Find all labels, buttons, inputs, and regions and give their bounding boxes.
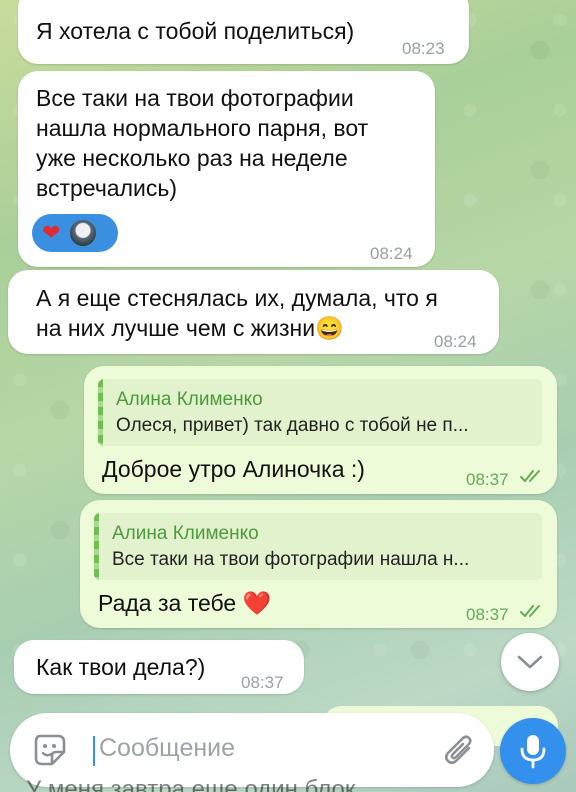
message-time: 08:37 [466,470,509,489]
message-text: Рада за тебе ❤️ [98,588,271,618]
message-text-partial: У меня завтра еще один блок [26,776,356,792]
reply-accent-bar [98,379,103,446]
reply-text: Все таки на твои фотографии нашла н... [112,549,470,570]
paperclip-icon[interactable] [442,731,478,769]
reply-accent-bar [94,513,99,580]
message-time: 08:37 [466,605,509,624]
chevron-down-icon [517,655,543,669]
message-text: Все таки на твои фотографии нашла нормал… [36,83,368,203]
sticker-emoji-icon[interactable] [32,732,68,768]
message-incoming[interactable]: А я еще стеснялась их, думала, что я на … [8,270,499,354]
reply-quote[interactable]: Алина Клименко Олеся, привет) так давно … [98,379,542,446]
message-text-body: Рада за тебе [98,590,237,616]
message-line: на них лучше чем с жизни😄 [36,313,438,343]
message-input[interactable]: Сообщение [99,734,235,763]
message-text: Как твои дела?) [36,654,206,680]
scroll-to-bottom-button[interactable] [501,633,559,691]
message-time: 08:24 [434,332,477,351]
message-time: 08:24 [370,244,413,263]
double-check-icon [520,470,540,482]
double-check-icon [520,605,540,617]
heart-reaction-icon: ❤ [42,220,61,245]
message-line: встречались) [36,175,177,201]
microphone-icon [520,735,546,769]
message-time: 08:37 [241,673,284,692]
message-line: А я еще стеснялась их, думала, что я [36,285,438,311]
message-text: Доброе утро Алиночка :) [102,456,365,482]
message-outgoing[interactable]: Алина Клименко Все таки на твои фотограф… [80,500,557,628]
message-text: А я еще стеснялась их, думала, что я на … [36,283,438,343]
message-incoming[interactable]: Я хотела с тобой поделиться) 08:23 [18,0,469,64]
message-outgoing[interactable]: Алина Клименко Олеся, привет) так давно … [84,366,557,494]
reactions-bar[interactable]: ❤ [32,214,118,252]
reply-quote[interactable]: Алина Клименко Все таки на твои фотограф… [94,513,542,580]
text-cursor [93,736,95,766]
message-text: Я хотела с тобой поделиться) [36,18,355,44]
message-line: нашла нормального парня, вот [36,115,369,141]
message-line-text: на них лучше чем с жизни [36,315,316,341]
record-voice-button[interactable] [500,718,566,784]
reply-text: Олеся, привет) так давно с тобой не п... [116,415,469,436]
heart-emoji-icon: ❤️ [242,590,272,616]
reactor-avatar [68,218,99,248]
message-line: уже несколько раз на неделе [36,145,348,171]
message-incoming[interactable]: Как твои дела?) 08:37 [14,640,304,694]
message-time: 08:23 [402,39,445,58]
message-line: Все таки на твои фотографии [36,85,354,111]
smile-emoji-icon: 😄 [315,315,344,341]
message-incoming[interactable]: Все таки на твои фотографии нашла нормал… [18,71,435,267]
